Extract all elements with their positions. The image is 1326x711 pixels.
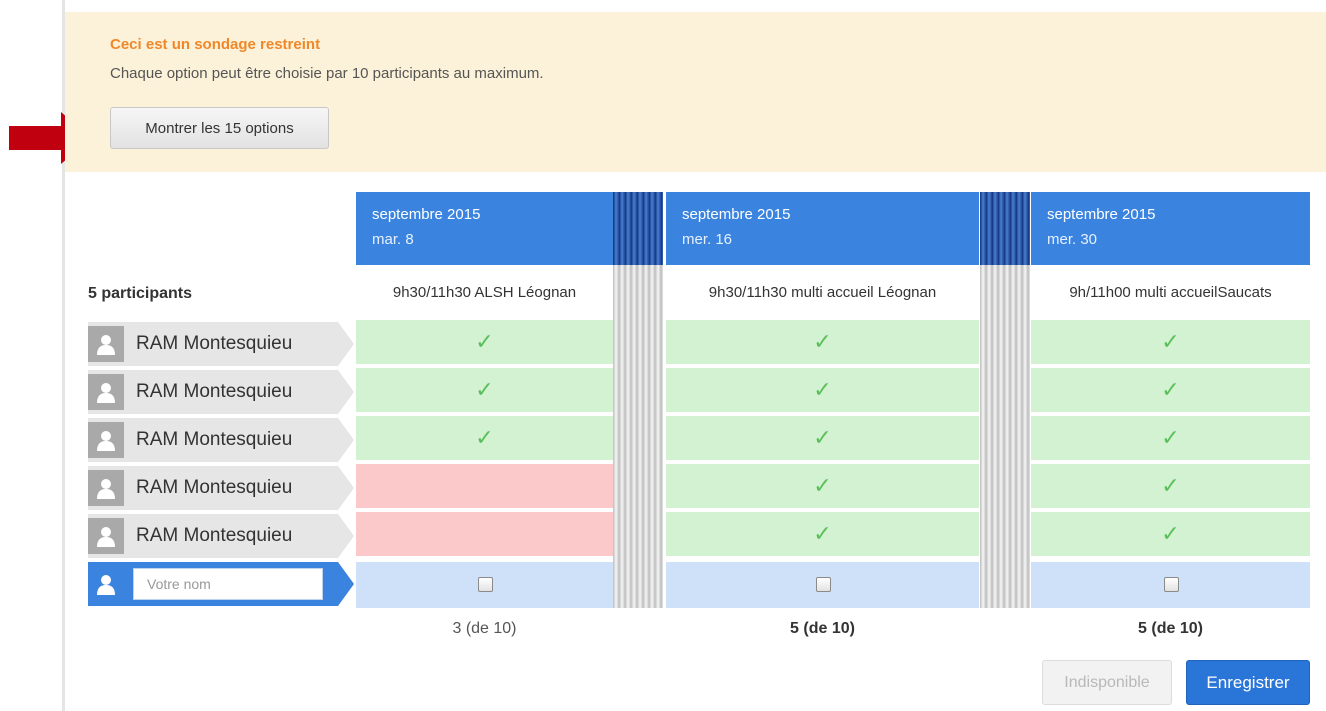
name-input[interactable]	[133, 568, 323, 600]
vote-cell: ✓	[666, 320, 979, 366]
checkmark-icon: ✓	[475, 329, 494, 354]
participant-name-cell: RAM Montesquieu	[88, 370, 354, 414]
vote-cell: ✓	[1031, 512, 1310, 558]
vote-cell: ✓	[356, 368, 613, 414]
user-avatar-icon	[88, 470, 124, 506]
vote-cell: ✓	[1031, 320, 1310, 366]
collapsed-columns-strip[interactable]	[980, 192, 1030, 608]
column-header-2: septembre 2015 mer. 16	[666, 192, 979, 265]
notice-text: Chaque option peut être choisie par 10 p…	[110, 65, 544, 82]
option-label: 9h30/11h30 ALSH Léognan	[356, 265, 613, 320]
participant-name-cell: RAM Montesquieu	[88, 514, 354, 558]
vote-cell-no	[356, 464, 613, 510]
checkmark-icon: ✓	[813, 425, 832, 450]
vote-cell: ✓	[1031, 368, 1310, 414]
option-label: 9h/11h00 multi accueilSaucats	[1031, 265, 1310, 320]
notice-title: Ceci est un sondage restreint	[110, 36, 321, 53]
vote-checkbox[interactable]	[1164, 577, 1179, 592]
save-button[interactable]: Enregistrer	[1186, 660, 1310, 705]
user-avatar-icon	[88, 566, 124, 602]
checkmark-icon: ✓	[1161, 425, 1180, 450]
user-avatar-icon	[88, 422, 124, 458]
collapsed-columns-strip[interactable]	[613, 192, 663, 608]
vote-cell: ✓	[666, 464, 979, 510]
new-vote-cell	[666, 562, 979, 608]
vote-cell: ✓	[666, 512, 979, 558]
participant-name: RAM Montesquieu	[136, 333, 293, 354]
checkmark-icon: ✓	[813, 473, 832, 498]
column-month: septembre 2015	[372, 206, 481, 223]
participant-name: RAM Montesquieu	[136, 525, 293, 546]
checkmark-icon: ✓	[813, 377, 832, 402]
new-vote-cell	[1031, 562, 1310, 608]
checkmark-icon: ✓	[1161, 521, 1180, 546]
user-avatar-icon	[88, 518, 124, 554]
column-day: mer. 16	[682, 231, 733, 248]
checkmark-icon: ✓	[1161, 377, 1180, 402]
vote-checkbox[interactable]	[816, 577, 831, 592]
checkmark-icon: ✓	[475, 377, 494, 402]
column-month: septembre 2015	[1047, 206, 1156, 223]
vote-cell: ✓	[666, 416, 979, 462]
restricted-poll-notice: Ceci est un sondage restreint Chaque opt…	[65, 12, 1326, 172]
participants-count: 5 participants	[88, 285, 193, 302]
participant-name-cell: RAM Montesquieu	[88, 418, 354, 462]
column-header-3: septembre 2015 mer. 30	[1031, 192, 1310, 265]
show-options-button[interactable]: Montrer les 15 options	[110, 107, 329, 149]
column-day: mer. 30	[1047, 231, 1098, 248]
new-participant-cell	[88, 562, 354, 606]
column-header-1: septembre 2015 mar. 8	[356, 192, 613, 265]
vote-cell: ✓	[356, 416, 613, 462]
vote-cell: ✓	[1031, 464, 1310, 510]
participant-name: RAM Montesquieu	[136, 477, 293, 498]
option-label: 9h30/11h30 multi accueil Léognan	[666, 265, 979, 320]
vote-cell-no	[356, 512, 613, 558]
checkmark-icon: ✓	[475, 425, 494, 450]
column-day: mar. 8	[372, 231, 414, 248]
column-month: septembre 2015	[682, 206, 791, 223]
participant-name: RAM Montesquieu	[136, 429, 293, 450]
user-avatar-icon	[88, 374, 124, 410]
vote-checkbox[interactable]	[478, 577, 493, 592]
option-count: 3 (de 10)	[452, 620, 517, 637]
checkmark-icon: ✓	[813, 521, 832, 546]
user-avatar-icon	[88, 326, 124, 362]
participant-name: RAM Montesquieu	[136, 381, 293, 402]
checkmark-icon: ✓	[813, 329, 832, 354]
participant-name-cell: RAM Montesquieu	[88, 322, 354, 366]
checkmark-icon: ✓	[1161, 473, 1180, 498]
vote-cell: ✓	[356, 320, 613, 366]
unavailable-button[interactable]: Indisponible	[1042, 660, 1172, 705]
new-vote-cell	[356, 562, 613, 608]
participant-name-cell: RAM Montesquieu	[88, 466, 354, 510]
option-count: 5 (de 10)	[1138, 620, 1203, 637]
checkmark-icon: ✓	[1161, 329, 1180, 354]
vote-cell: ✓	[666, 368, 979, 414]
option-count: 5 (de 10)	[790, 620, 855, 637]
vote-cell: ✓	[1031, 416, 1310, 462]
